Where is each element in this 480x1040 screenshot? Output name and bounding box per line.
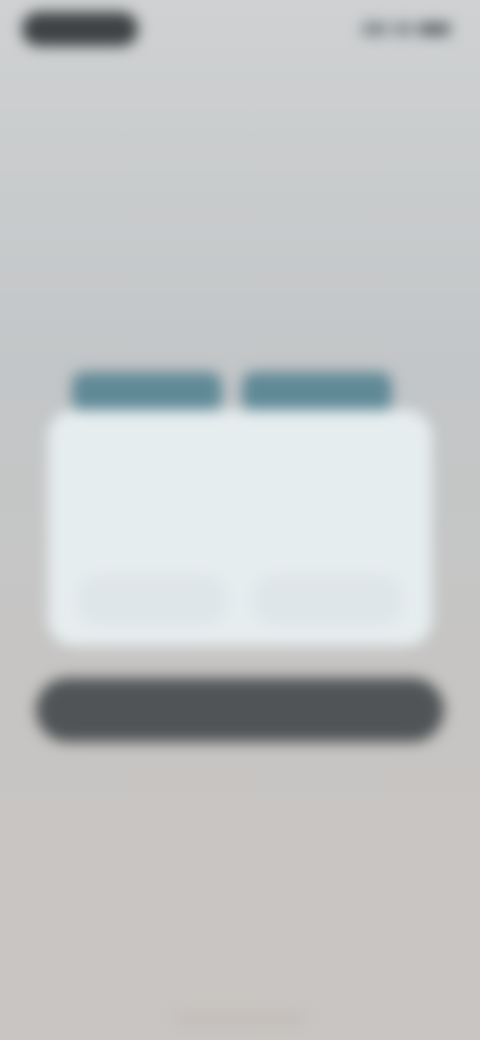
dialog xyxy=(48,410,432,646)
tab-left[interactable] xyxy=(72,372,222,412)
status-icons xyxy=(354,20,450,38)
tab-right[interactable] xyxy=(242,372,392,412)
signal-icon xyxy=(362,23,388,35)
battery-icon xyxy=(418,23,450,35)
wifi-icon xyxy=(394,23,412,35)
home-indicator xyxy=(176,1016,304,1021)
dialog-cancel-button[interactable] xyxy=(76,574,228,626)
primary-button[interactable] xyxy=(36,678,444,742)
tab-band xyxy=(72,372,392,412)
status-pill xyxy=(22,12,138,46)
dialog-confirm-button[interactable] xyxy=(252,574,404,626)
blurred-screen xyxy=(0,0,480,1040)
